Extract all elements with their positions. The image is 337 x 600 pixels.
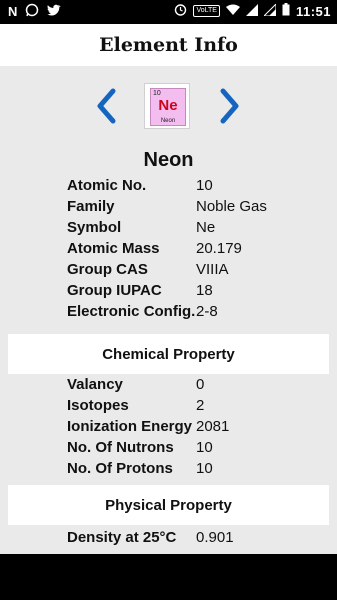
info-row: Atomic Mass 20.179 (67, 238, 337, 259)
element-tile-color: 10 Ne Neon (150, 88, 186, 126)
twitter-icon (47, 4, 62, 20)
info-row: No. Of Protons 10 (67, 458, 337, 479)
info-value: 10 (196, 460, 213, 477)
info-label: No. Of Protons (67, 460, 173, 477)
navigation-bar (0, 554, 337, 600)
info-label: Family (67, 198, 115, 215)
element-navigator: 10 Ne Neon (0, 84, 337, 130)
chemical-property-list: Valancy 0 Isotopes 2 Ionization Energy 2081… (67, 374, 337, 479)
info-row: Symbol Ne (67, 217, 337, 238)
info-label: No. Of Nutrons (67, 439, 174, 456)
info-row: Isotopes 2 (67, 395, 337, 416)
info-value: 0 (196, 376, 205, 393)
element-tile: 10 Ne Neon (145, 84, 189, 128)
info-value: 2 (196, 397, 205, 414)
info-label: Electronic Config. (67, 303, 196, 320)
info-value: 10 (196, 177, 213, 194)
element-tile-name: Neon (160, 118, 176, 124)
info-row: Ionization Energy 2081 (67, 416, 337, 437)
info-label: Group IUPAC (67, 282, 162, 299)
info-label: Symbol (67, 219, 122, 236)
info-value: 18 (196, 282, 213, 299)
n-icon: N (8, 4, 18, 19)
info-row: Valancy 0 (67, 374, 337, 395)
info-row: Group CAS VIIIA (67, 259, 337, 280)
info-value: 10 (196, 439, 213, 456)
info-value: 0.901 (196, 529, 234, 546)
info-label: Atomic No. (67, 177, 147, 194)
next-element-button[interactable] (216, 88, 242, 124)
info-value: 2-8 (196, 303, 218, 320)
info-label: Isotopes (67, 397, 129, 414)
info-row: Electronic Config.2-8 (67, 301, 337, 322)
info-label: Atomic Mass (67, 240, 160, 257)
alarm-icon (174, 3, 187, 19)
basic-info-list: Atomic No. 10 Family Noble Gas Symbol Ne At… (67, 175, 337, 322)
chevron-left-icon (97, 88, 116, 124)
info-value: 20.179 (196, 240, 242, 257)
volte-badge: VoLTE (193, 5, 220, 17)
signal-icon-2 (262, 2, 277, 19)
wifi-icon (225, 4, 240, 19)
element-info-panel: 10 Ne Neon Neon Atomic No. 10 Family Noble… (0, 66, 337, 554)
battery-icon (282, 3, 290, 19)
info-value: VIIIA (196, 261, 229, 278)
element-name-heading: Neon (143, 149, 194, 171)
status-bar: N VoLTE 11:51 (0, 0, 337, 24)
info-row: Group IUPAC 18 (67, 280, 337, 301)
previous-element-button[interactable] (94, 88, 120, 124)
info-label: Group CAS (67, 261, 148, 278)
info-label: Valancy (67, 376, 123, 393)
info-value: Noble Gas (196, 198, 267, 215)
info-row: Atomic No. 10 (67, 175, 337, 196)
physical-property-list: Density at 25°C 0.901 (67, 527, 337, 548)
element-tile-symbol: Ne (158, 97, 178, 114)
chevron-right-icon (220, 88, 239, 124)
clock: 11:51 (295, 3, 331, 19)
info-row: Density at 25°C 0.901 (67, 527, 337, 548)
app-bar: Element Info (0, 24, 337, 66)
info-value: Ne (196, 219, 216, 236)
chemical-property-header: Chemical Property (8, 334, 329, 374)
status-left-icons: N (8, 3, 62, 21)
signal-icon (245, 3, 258, 19)
info-value: 2081 (196, 418, 230, 435)
info-row: No. Of Nutrons 10 (67, 437, 337, 458)
element-tile-number: 10 (153, 90, 161, 97)
whatsapp-icon (25, 3, 39, 21)
status-right-icons: VoLTE 11:51 (174, 2, 331, 19)
info-row: Family Noble Gas (67, 196, 337, 217)
info-label: Ionization Energy (67, 418, 193, 435)
page-title: Element Info (99, 34, 238, 56)
physical-property-header: Physical Property (8, 485, 329, 525)
info-label: Density at 25°C (67, 529, 177, 546)
